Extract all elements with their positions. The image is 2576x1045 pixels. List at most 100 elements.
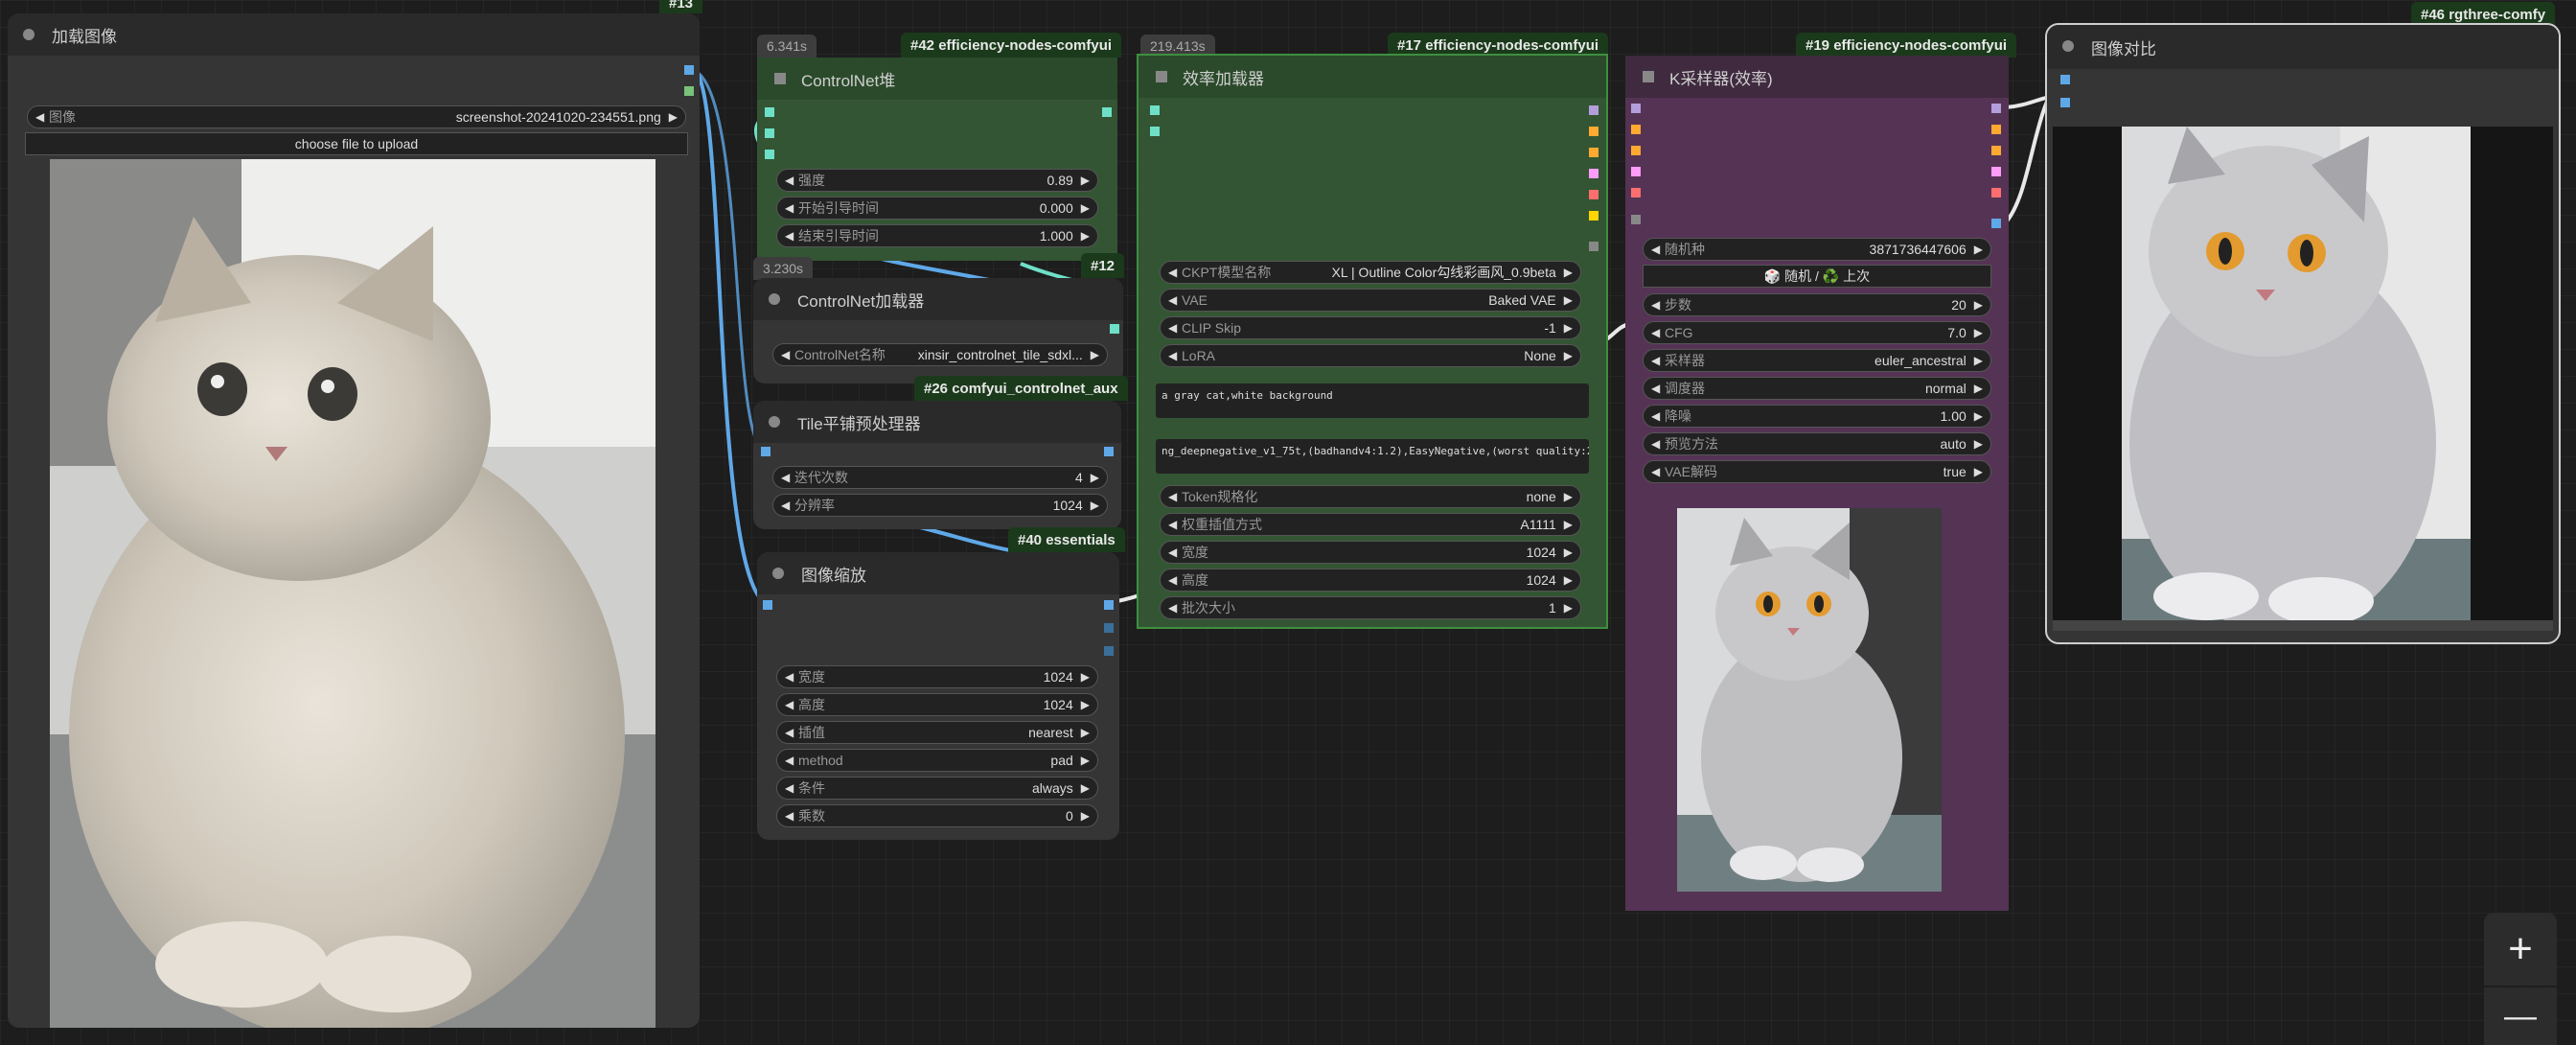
empty-latent-height-widget[interactable]: ◀ 高度 1024 ▶ [1160, 569, 1581, 592]
input-port-negative[interactable] [1631, 146, 1641, 155]
left-arrow-icon[interactable]: ◀ [781, 499, 794, 512]
output-port-mask[interactable] [684, 86, 694, 96]
right-arrow-icon[interactable]: ▶ [1564, 321, 1573, 335]
right-arrow-icon[interactable]: ▶ [1081, 201, 1090, 215]
output-port-model[interactable] [1589, 105, 1598, 115]
left-arrow-icon[interactable]: ◀ [1168, 490, 1182, 503]
left-arrow-icon[interactable]: ◀ [1168, 266, 1182, 279]
node-title-bar[interactable]: K采样器(效率) [1625, 56, 2009, 98]
input-port[interactable] [765, 128, 774, 138]
input-port-latent[interactable] [1631, 167, 1641, 176]
left-arrow-icon[interactable]: ◀ [1168, 518, 1182, 531]
output-port-positive[interactable] [1991, 125, 2001, 134]
left-arrow-icon[interactable]: ◀ [1651, 354, 1665, 367]
output-port-clip[interactable] [1589, 211, 1598, 221]
resolution-widget[interactable]: ◀ 分辨率 1024 ▶ [772, 494, 1108, 517]
left-arrow-icon[interactable]: ◀ [785, 781, 798, 795]
output-port-vae[interactable] [1589, 190, 1598, 199]
right-arrow-icon[interactable]: ▶ [1081, 670, 1090, 684]
image-scale-node[interactable]: 图像缩放 ◀ 宽度 1024 ▶ ◀ 高度 1024 ▶ ◀ 插值 neares… [757, 552, 1119, 840]
right-arrow-icon[interactable]: ▶ [1564, 601, 1573, 615]
steps-widget[interactable]: ◀ 步数 20 ▶ [1643, 293, 1991, 316]
weight-interpretation-combo[interactable]: ◀ 权重插值方式 A1111 ▶ [1160, 513, 1581, 536]
right-arrow-icon[interactable]: ▶ [1564, 573, 1573, 587]
right-arrow-icon[interactable]: ▶ [1974, 382, 1983, 395]
vae-decode-combo[interactable]: ◀ VAE解码 true ▶ [1643, 460, 1991, 483]
interpolation-widget[interactable]: ◀ 插值 nearest ▶ [776, 721, 1098, 744]
left-arrow-icon[interactable]: ◀ [1168, 546, 1182, 559]
ckpt-name-combo[interactable]: ◀ CKPT模型名称 XL | Outline Color勾线彩画风_0.9be… [1160, 261, 1581, 284]
strength-widget[interactable]: ◀ 强度 0.89 ▶ [776, 169, 1098, 192]
right-arrow-icon[interactable]: ▶ [1974, 326, 1983, 339]
collapse-square-icon[interactable] [1156, 71, 1167, 82]
node-title-bar[interactable]: ControlNet加载器 [753, 278, 1123, 320]
left-arrow-icon[interactable]: ◀ [1168, 349, 1182, 362]
right-arrow-icon[interactable]: ▶ [1081, 229, 1090, 243]
right-arrow-icon[interactable]: ▶ [1974, 437, 1983, 451]
right-arrow-icon[interactable]: ▶ [1974, 354, 1983, 367]
collapse-dot-icon[interactable] [23, 29, 34, 40]
right-arrow-icon[interactable]: ▶ [1081, 174, 1090, 187]
right-arrow-icon[interactable]: ▶ [1081, 754, 1090, 767]
left-arrow-icon[interactable]: ◀ [785, 754, 798, 767]
output-port-negative[interactable] [1991, 146, 2001, 155]
left-arrow-icon[interactable]: ◀ [781, 348, 794, 361]
scheduler-combo[interactable]: ◀ 调度器 normal ▶ [1643, 377, 1991, 400]
left-arrow-icon[interactable]: ◀ [785, 809, 798, 823]
collapse-dot-icon[interactable] [772, 568, 784, 579]
left-arrow-icon[interactable]: ◀ [785, 698, 798, 711]
seed-widget[interactable]: ◀ 随机种 3871736447606 ▶ [1643, 238, 1991, 261]
method-widget[interactable]: ◀ method pad ▶ [776, 749, 1098, 772]
output-port-image[interactable] [1991, 219, 2001, 228]
left-arrow-icon[interactable]: ◀ [785, 229, 798, 243]
node-title-bar[interactable]: ControlNet堆 [757, 58, 1117, 100]
input-port-cnet-stack[interactable] [1150, 127, 1160, 136]
right-arrow-icon[interactable]: ▶ [669, 110, 678, 124]
left-arrow-icon[interactable]: ◀ [1651, 298, 1665, 312]
left-arrow-icon[interactable]: ◀ [1168, 293, 1182, 307]
node-title-bar[interactable]: Tile平铺预处理器 [753, 401, 1121, 443]
input-port[interactable] [765, 107, 774, 117]
right-arrow-icon[interactable]: ▶ [1081, 809, 1090, 823]
output-port-deps[interactable] [1589, 242, 1598, 251]
right-arrow-icon[interactable]: ▶ [1564, 266, 1573, 279]
start-percent-widget[interactable]: ◀ 开始引导时间 0.000 ▶ [776, 197, 1098, 220]
right-arrow-icon[interactable]: ▶ [1081, 698, 1090, 711]
right-arrow-icon[interactable]: ▶ [1081, 726, 1090, 739]
tile-preprocessor-node[interactable]: Tile平铺预处理器 ◀ 迭代次数 4 ▶ ◀ 分辨率 1024 ▶ [753, 401, 1121, 529]
left-arrow-icon[interactable]: ◀ [1651, 465, 1665, 478]
right-arrow-icon[interactable]: ▶ [1974, 298, 1983, 312]
right-arrow-icon[interactable]: ▶ [1091, 348, 1099, 361]
efficient-loader-node[interactable]: 效率加载器 ◀ CKPT模型名称 XL | Outline Color勾线彩画风… [1137, 54, 1608, 629]
output-port-latent[interactable] [1991, 167, 2001, 176]
upload-button[interactable]: choose file to upload [25, 132, 688, 155]
output-port-model[interactable] [1991, 104, 2001, 113]
left-arrow-icon[interactable]: ◀ [1168, 321, 1182, 335]
node-title-bar[interactable]: 加载图像 [8, 13, 700, 56]
right-arrow-icon[interactable]: ▶ [1974, 465, 1983, 478]
input-port-image[interactable] [763, 600, 772, 610]
left-arrow-icon[interactable]: ◀ [785, 726, 798, 739]
empty-latent-width-widget[interactable]: ◀ 宽度 1024 ▶ [1160, 541, 1581, 564]
compare-image-viewer[interactable] [2053, 127, 2553, 631]
batch-size-widget[interactable]: ◀ 批次大小 1 ▶ [1160, 596, 1581, 619]
left-arrow-icon[interactable]: ◀ [1651, 382, 1665, 395]
output-port[interactable] [1102, 107, 1112, 117]
controlnet-name-combo[interactable]: ◀ ControlNet名称 xinsir_controlnet_tile_sd… [772, 343, 1108, 366]
right-arrow-icon[interactable]: ▶ [1974, 409, 1983, 423]
clip-skip-widget[interactable]: ◀ CLIP Skip -1 ▶ [1160, 316, 1581, 339]
input-port-image-a[interactable] [2060, 75, 2070, 84]
width-widget[interactable]: ◀ 宽度 1024 ▶ [776, 665, 1098, 688]
seed-randomize-button[interactable]: 🎲 随机 / ♻️ 上次 [1643, 265, 1991, 288]
controlnet-stack-node[interactable]: ControlNet堆 ◀ 强度 0.89 ▶ ◀ 开始引导时间 0.000 ▶… [757, 58, 1117, 261]
node-title-bar[interactable]: 效率加载器 [1138, 56, 1606, 98]
denoise-widget[interactable]: ◀ 降噪 1.00 ▶ [1643, 405, 1991, 428]
load-image-node[interactable]: 加载图像 ◀ 图像 screenshot-20241020-234551.png… [8, 13, 700, 1028]
right-arrow-icon[interactable]: ▶ [1081, 781, 1090, 795]
positive-prompt-textarea[interactable]: a gray cat,white background [1156, 383, 1589, 418]
output-port-image[interactable] [684, 65, 694, 75]
input-port-positive[interactable] [1631, 125, 1641, 134]
left-arrow-icon[interactable]: ◀ [1168, 601, 1182, 615]
multiple-of-widget[interactable]: ◀ 乘数 0 ▶ [776, 804, 1098, 827]
input-port-image-b[interactable] [2060, 98, 2070, 107]
